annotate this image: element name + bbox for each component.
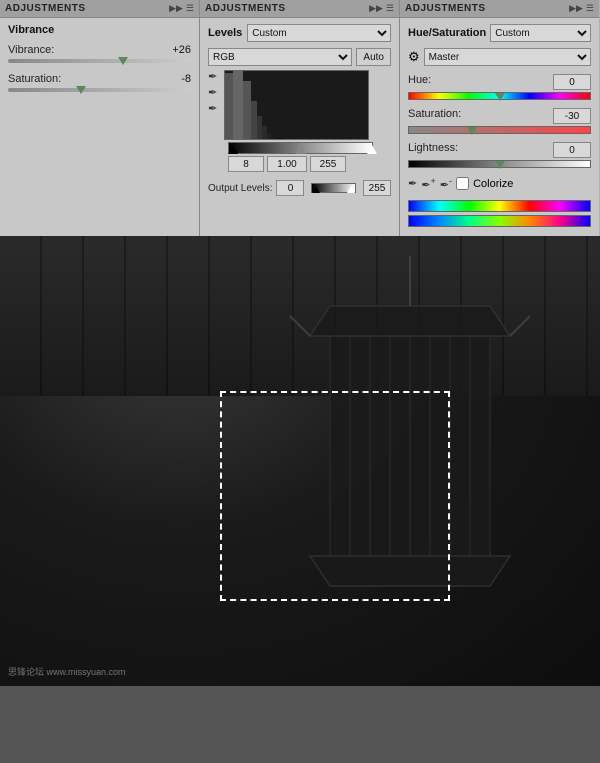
input-black-value[interactable]: 8 <box>228 156 264 172</box>
master-select[interactable]: Master <box>424 48 591 66</box>
vibrance-panel-body: Vibrance Vibrance: +26 Saturation: -8 <box>0 18 199 108</box>
histogram-canvas <box>224 70 369 140</box>
hue-color-bar-2 <box>408 215 591 227</box>
vibrance-panel-header: ADJUSTMENTS ▶▶ ☰ <box>0 0 199 18</box>
master-row: ⚙ Master <box>408 48 591 66</box>
panel2-expand-icon[interactable]: ▶▶ <box>369 3 383 14</box>
colorize-label: Colorize <box>473 178 513 190</box>
sat-value-input[interactable]: -30 <box>553 108 591 124</box>
panel3-icons: ▶▶ ☰ <box>569 3 594 14</box>
levels-header-row: Levels Custom <box>208 24 391 42</box>
panel3-expand-icon[interactable]: ▶▶ <box>569 3 583 14</box>
vibrance-section-title: Vibrance <box>8 24 191 36</box>
input-mid-thumb[interactable] <box>296 145 306 154</box>
vibrance-slider-row: Vibrance: +26 <box>8 44 191 63</box>
input-levels-slider[interactable] <box>228 142 373 154</box>
hue-slider-row: Hue: 0 <box>408 74 591 100</box>
output-levels-row: Output Levels: 0 255 <box>208 180 391 196</box>
levels-title: Levels <box>208 27 242 39</box>
light-track[interactable] <box>408 160 591 168</box>
hue-panel-body: Hue/Saturation Custom ⚙ Master Hue: 0 <box>400 18 599 236</box>
output-white-value[interactable]: 255 <box>363 180 391 196</box>
sat-track[interactable] <box>408 126 591 134</box>
colorize-row: ✒ ✒+ ✒- Colorize <box>408 176 591 192</box>
eyedropper-white[interactable]: ✒ <box>208 102 217 115</box>
levels-panel-header: ADJUSTMENTS ▶▶ ☰ <box>200 0 399 18</box>
light-thumb[interactable] <box>495 161 505 169</box>
levels-panel-title: ADJUSTMENTS <box>205 3 369 14</box>
histogram-svg <box>225 71 369 140</box>
hue-label: Hue: <box>408 74 431 90</box>
panel1-expand-icon[interactable]: ▶▶ <box>169 3 183 14</box>
colorize-checkbox[interactable] <box>456 177 469 190</box>
panel1-icons: ▶▶ ☰ <box>169 3 194 14</box>
hue-eyedropper-sub[interactable]: ✒- <box>440 176 452 192</box>
light-slider-row: Lightness: 0 <box>408 142 591 168</box>
levels-value-inputs: 8 1.00 255 <box>228 156 391 172</box>
hue-panel-header: ADJUSTMENTS ▶▶ ☰ <box>400 0 599 18</box>
hue-header-row: Hue/Saturation Custom <box>408 24 591 42</box>
light-label: Lightness: <box>408 142 458 158</box>
levels-channel-row: RGB Auto <box>208 48 391 66</box>
vibrance-label: Vibrance: <box>8 44 54 56</box>
hue-value-input[interactable]: 0 <box>553 74 591 90</box>
vibrance-thumb[interactable] <box>118 57 128 65</box>
sat-slider-row: Saturation: -30 <box>408 108 591 134</box>
saturation-track[interactable] <box>8 88 191 92</box>
levels-main-row: ✒ ✒ ✒ <box>208 70 391 140</box>
hue-eyedropper-add[interactable]: ✒+ <box>421 176 436 192</box>
panel2-icons: ▶▶ ☰ <box>369 3 394 14</box>
output-white-thumb[interactable] <box>347 186 355 193</box>
hue-saturation-panel: ADJUSTMENTS ▶▶ ☰ Hue/Saturation Custom ⚙… <box>400 0 599 236</box>
vibrance-panel-title: ADJUSTMENTS <box>5 3 169 14</box>
hue-thumb[interactable] <box>495 93 505 101</box>
vibrance-panel: ADJUSTMENTS ▶▶ ☰ Vibrance Vibrance: +26 … <box>0 0 200 236</box>
channel-select[interactable]: RGB <box>208 48 352 66</box>
levels-panel: ADJUSTMENTS ▶▶ ☰ Levels Custom RGB Auto <box>200 0 400 236</box>
levels-preset-select[interactable]: Custom <box>247 24 391 42</box>
hue-color-bar <box>408 200 591 212</box>
dark-image: 思锋论坛 www.missyuan.com <box>0 236 600 686</box>
eyedropper-col: ✒ ✒ ✒ <box>208 70 217 140</box>
sat-thumb[interactable] <box>467 127 477 135</box>
saturation-thumb[interactable] <box>76 86 86 94</box>
hue-preset-select[interactable]: Custom <box>490 24 591 42</box>
output-black-thumb[interactable] <box>312 186 320 193</box>
output-levels-label: Output Levels: <box>208 183 272 194</box>
panel3-menu-icon[interactable]: ☰ <box>586 3 594 14</box>
eyedropper-black[interactable]: ✒ <box>208 70 217 83</box>
histogram-area <box>224 70 391 140</box>
panel1-menu-icon[interactable]: ☰ <box>186 3 194 14</box>
selection-marquee <box>220 391 450 601</box>
vibrance-track[interactable] <box>8 59 191 63</box>
vibrance-value: +26 <box>161 44 191 56</box>
image-area: 思锋论坛 www.missyuan.com <box>0 236 600 686</box>
auto-button[interactable]: Auto <box>356 48 391 66</box>
panel2-menu-icon[interactable]: ☰ <box>386 3 394 14</box>
output-black-value[interactable]: 0 <box>276 180 304 196</box>
output-levels-slider[interactable] <box>311 183 356 193</box>
levels-panel-body: Levels Custom RGB Auto ✒ ✒ ✒ <box>200 18 399 202</box>
light-value-input[interactable]: 0 <box>553 142 591 158</box>
adjustments-icon: ⚙ <box>408 49 420 65</box>
input-mid-value[interactable]: 1.00 <box>267 156 307 172</box>
sat-label: Saturation: <box>408 108 461 124</box>
saturation-label: Saturation: <box>8 73 61 85</box>
saturation-value: -8 <box>161 73 191 85</box>
input-black-thumb[interactable] <box>228 145 238 154</box>
hue-panel-title: ADJUSTMENTS <box>405 3 569 14</box>
input-white-value[interactable]: 255 <box>310 156 346 172</box>
input-white-thumb[interactable] <box>367 145 377 154</box>
eyedropper-gray[interactable]: ✒ <box>208 86 217 99</box>
watermark: 思锋论坛 www.missyuan.com <box>8 665 126 678</box>
hue-eyedropper-black[interactable]: ✒ <box>408 177 417 190</box>
saturation-slider-row: Saturation: -8 <box>8 73 191 92</box>
hue-section-title: Hue/Saturation <box>408 27 486 39</box>
hue-track[interactable] <box>408 92 591 100</box>
